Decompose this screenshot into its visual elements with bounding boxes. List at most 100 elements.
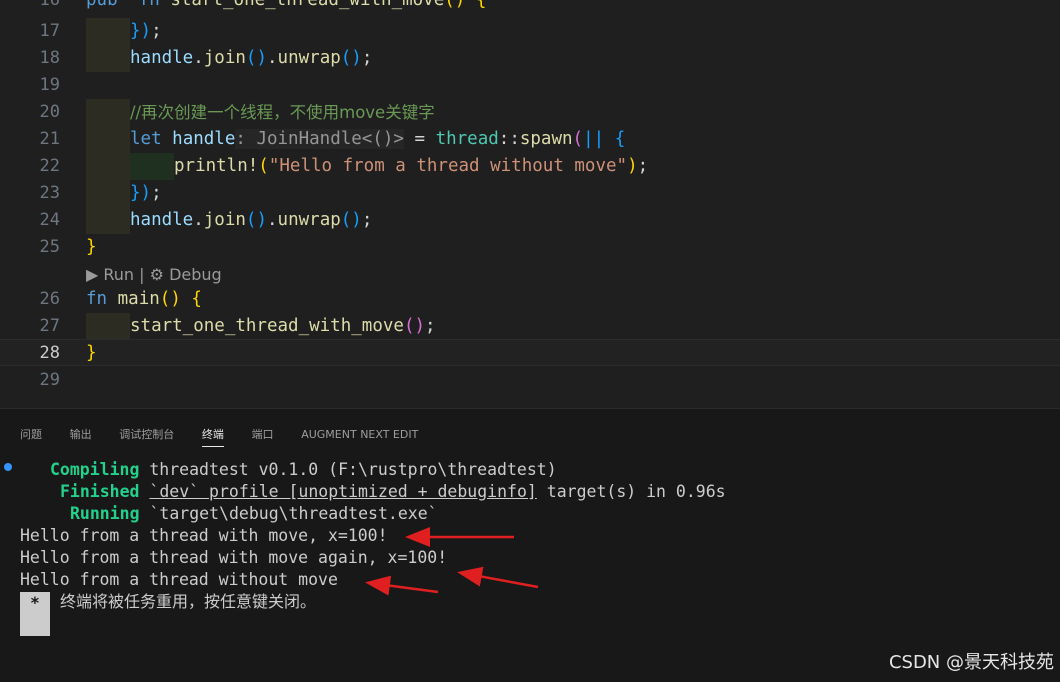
line-number: 28 — [39, 343, 60, 363]
terminal-line-compiling: Compiling threadtest v0.1.0 (F:\rustpro\… — [50, 460, 557, 479]
terminal-output-line-3: Hello from a thread without move — [20, 570, 338, 589]
code-token: let — [130, 129, 162, 149]
code-token: () — [245, 210, 267, 230]
code-token: fn — [138, 0, 160, 10]
line-number: 29 — [39, 370, 60, 390]
code-token: main — [117, 289, 160, 309]
code-token: handle — [130, 210, 194, 230]
code-token: () — [159, 289, 181, 309]
code-token: fn — [86, 289, 108, 309]
code-token: () — [340, 210, 362, 230]
code-token: handle — [130, 48, 194, 68]
code-token: . — [267, 48, 278, 68]
code-token: ( — [258, 156, 269, 176]
code-token: ; — [151, 183, 162, 203]
code-line-17[interactable]: 17 }); — [0, 18, 1060, 45]
terminal-cursor-symbol: * — [22, 592, 48, 614]
code-token: start_one_thread_with_move — [170, 0, 445, 10]
code-line-22[interactable]: 22 println!("Hello from a thread without… — [0, 153, 1060, 180]
watermark: CSDN @景天科技苑 — [888, 652, 1054, 673]
code-line-27[interactable]: 27 start_one_thread_with_move(); — [0, 313, 1060, 340]
code-token: ; — [151, 21, 162, 41]
line-number: 17 — [39, 21, 60, 41]
code-line-28-active[interactable]: 28 } — [0, 339, 1060, 366]
code-token: ; — [361, 210, 373, 230]
tab-augment-next-edit[interactable]: AUGMENT NEXT EDIT — [301, 428, 418, 445]
tab-ports[interactable]: 端口 — [252, 426, 274, 446]
code-token: { — [191, 289, 202, 309]
code-token: }) — [130, 183, 152, 203]
code-token: . — [193, 48, 204, 68]
code-text[interactable]: } — [86, 340, 97, 367]
codelens-run-debug[interactable]: ▶ Run | ⚙ Debug — [86, 261, 222, 288]
code-text[interactable]: fn main() { — [86, 286, 202, 313]
code-line-21[interactable]: 21 let handle: JoinHandle<()> = thread::… — [0, 126, 1060, 153]
panel-tabs: 问题 输出 调试控制台 终端 端口 AUGMENT NEXT EDIT — [20, 423, 436, 447]
terminal-output-line-2: Hello from a thread with move again, x=1… — [20, 548, 448, 567]
line-number: 20 — [39, 102, 60, 122]
code-line-23[interactable]: 23 }); — [0, 180, 1060, 207]
code-line-26[interactable]: 26 fn main() { — [0, 286, 1060, 313]
line-number: 24 — [39, 210, 60, 230]
code-token: join — [203, 48, 246, 68]
code-line-29[interactable]: 29 — [0, 367, 1060, 394]
bottom-panel: 问题 输出 调试控制台 终端 端口 AUGMENT NEXT EDIT Comp… — [0, 408, 1060, 682]
code-token: () — [403, 316, 426, 336]
code-token: unwrap — [277, 210, 341, 230]
terminal-line-running: Running `target\debug\threadtest.exe` — [70, 504, 438, 523]
code-token: unwrap — [277, 48, 341, 68]
code-text[interactable]: let handle: JoinHandle<()> = thread::spa… — [130, 126, 625, 153]
code-text[interactable]: println!("Hello from a thread without mo… — [174, 153, 648, 180]
line-number: 18 — [39, 48, 60, 68]
code-text[interactable]: pub fn start_one_thread_with_move() { — [86, 0, 486, 14]
code-token: || — [583, 129, 605, 149]
code-text[interactable]: handle.join().unwrap(); — [130, 207, 372, 234]
code-token: . — [193, 210, 204, 230]
terminal-reuse-message: 终端将被任务重用，按任意键关闭。 — [60, 592, 317, 611]
code-token: { — [475, 0, 487, 10]
tab-terminal[interactable]: 终端 — [201, 426, 224, 447]
tab-problems[interactable]: 问题 — [20, 426, 42, 446]
code-token: ; — [637, 156, 649, 176]
terminal-line-finished: Finished `dev` profile [unoptimized + de… — [60, 482, 726, 501]
code-text[interactable]: handle.join().unwrap(); — [130, 45, 372, 72]
terminal-output-line-1: Hello from a thread with move, x=100! — [20, 526, 388, 545]
code-token: //再次创建一个线程，不使用move关键字 — [130, 103, 435, 122]
code-text[interactable]: } — [86, 234, 97, 261]
code-token: pub — [86, 0, 118, 10]
code-token: : JoinHandle<()> — [235, 129, 404, 149]
line-number: 25 — [39, 237, 60, 257]
code-text[interactable]: }); — [130, 18, 162, 45]
code-token: { — [614, 129, 626, 149]
code-comment[interactable]: //再次创建一个线程，不使用move关键字 — [130, 99, 435, 127]
code-line-16[interactable]: 16 pub fn start_one_thread_with_move() { — [0, 0, 1060, 14]
code-line-25[interactable]: 25 } — [0, 234, 1060, 261]
code-token: () — [340, 48, 362, 68]
tab-debug-console[interactable]: 调试控制台 — [119, 426, 174, 446]
code-text[interactable]: }); — [130, 180, 162, 207]
code-line-19[interactable]: 19 — [0, 72, 1060, 99]
terminal-status-dot-icon — [4, 463, 12, 471]
code-text[interactable]: start_one_thread_with_move(); — [130, 313, 436, 340]
code-line-18[interactable]: 18 handle.join().unwrap(); — [0, 45, 1060, 72]
code-token: ( — [572, 129, 584, 149]
code-token: thread — [435, 129, 499, 149]
code-token: . — [267, 210, 278, 230]
code-token: join — [203, 210, 246, 230]
code-token: }) — [130, 21, 152, 41]
tab-output[interactable]: 输出 — [70, 426, 92, 446]
code-token: } — [86, 237, 97, 257]
code-token: :: — [498, 129, 520, 149]
code-line-20[interactable]: 20 //再次创建一个线程，不使用move关键字 — [0, 99, 1060, 126]
code-token: handle — [172, 129, 236, 149]
code-token: ) — [627, 156, 638, 176]
code-token: spawn — [519, 129, 573, 149]
code-editor[interactable]: 16 pub fn start_one_thread_with_move() {… — [0, 0, 1060, 408]
code-line-24[interactable]: 24 handle.join().unwrap(); — [0, 207, 1060, 234]
